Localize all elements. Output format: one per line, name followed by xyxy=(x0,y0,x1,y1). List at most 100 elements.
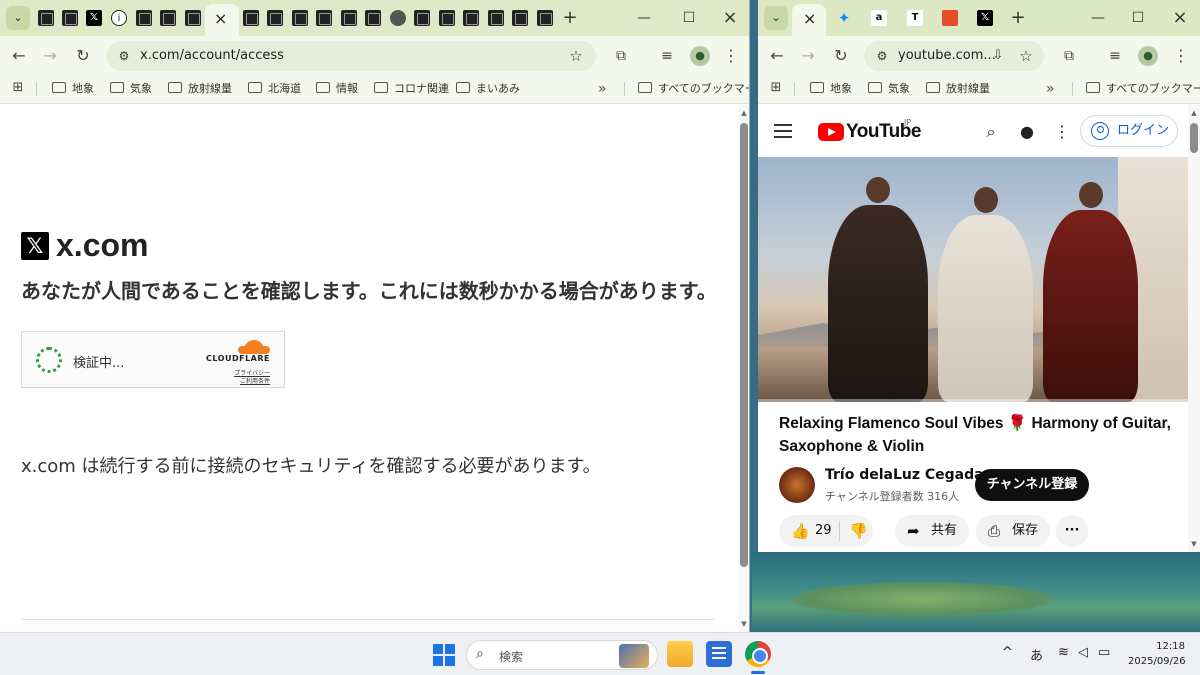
forward-button[interactable]: → xyxy=(39,45,61,67)
active-tab[interactable]: × xyxy=(205,4,239,36)
address-bar[interactable]: ⚙ x.com/account/access ☆ xyxy=(106,41,596,71)
tab-favicon[interactable] xyxy=(512,10,528,26)
channel-avatar[interactable] xyxy=(779,467,815,503)
maximize-button[interactable]: ☐ xyxy=(1128,8,1148,28)
tab-favicon[interactable] xyxy=(267,10,283,26)
forward-button[interactable]: → xyxy=(797,45,819,67)
tab-favicon[interactable] xyxy=(341,10,357,26)
scroll-up-arrow-icon[interactable]: ▲ xyxy=(1189,108,1199,118)
bookmark-folder[interactable]: 放射線量 xyxy=(168,80,232,98)
new-tab-button[interactable]: + xyxy=(1008,8,1028,28)
bookmark-folder[interactable]: コロナ関連 xyxy=(374,80,449,98)
close-tab-icon[interactable]: × xyxy=(803,9,816,28)
scrollbar-thumb[interactable] xyxy=(1190,123,1198,153)
dislike-icon[interactable]: 👎 xyxy=(849,515,868,547)
extensions-icon[interactable]: ⧉ xyxy=(1058,45,1080,67)
subscribe-button[interactable]: チャンネル登録 xyxy=(975,469,1089,501)
extensions-icon[interactable]: ⧉ xyxy=(610,45,632,67)
close-tab-icon[interactable]: × xyxy=(214,9,227,28)
scrollbar-thumb[interactable] xyxy=(740,123,748,567)
tab-favicon[interactable] xyxy=(439,10,455,26)
address-bar[interactable]: ⚙ youtube.com... ⇩ ☆ xyxy=(864,41,1044,71)
bookmark-folder[interactable]: 地象 xyxy=(810,80,852,98)
file-explorer-icon[interactable] xyxy=(667,641,693,667)
back-button[interactable]: ← xyxy=(8,45,30,67)
tab-favicon-info[interactable]: i xyxy=(111,10,127,26)
hamburger-menu-icon[interactable] xyxy=(774,124,792,138)
scroll-up-arrow-icon[interactable]: ▲ xyxy=(739,108,749,118)
clock-time[interactable]: 12:18 xyxy=(1145,641,1185,652)
channel-name[interactable]: Trío delaLuz Cegada xyxy=(825,467,984,483)
address-url[interactable]: youtube.com... xyxy=(898,48,996,63)
volume-icon[interactable]: ◁ xyxy=(1078,645,1088,660)
like-icon[interactable]: 👍 xyxy=(791,515,810,547)
close-window-button[interactable]: × xyxy=(1170,8,1190,28)
tab-favicon[interactable] xyxy=(243,10,259,26)
video-player[interactable] xyxy=(758,157,1188,402)
tab-favicon-x[interactable]: 𝕏 xyxy=(86,10,102,26)
share-button[interactable]: ➦ 共有 xyxy=(895,515,969,547)
bookmark-star-icon[interactable]: ☆ xyxy=(566,46,586,66)
clock-date[interactable]: 2025/09/26 xyxy=(1128,656,1186,667)
ime-indicator[interactable]: あ xyxy=(1030,645,1043,664)
login-button[interactable]: ログイン xyxy=(1080,115,1178,147)
tab-search-dropdown[interactable]: ⌄ xyxy=(6,6,30,30)
bookmark-star-icon[interactable]: ☆ xyxy=(1016,46,1036,66)
address-url[interactable]: x.com/account/access xyxy=(140,48,284,63)
apps-grid-icon[interactable]: ⊞ xyxy=(768,80,784,96)
youtube-play-logo-icon[interactable] xyxy=(818,123,844,141)
tab-favicon[interactable] xyxy=(136,10,152,26)
media-control-icon[interactable]: ≡ xyxy=(1104,45,1126,67)
notepad-icon[interactable] xyxy=(706,641,732,667)
site-info-icon[interactable]: ⚙ xyxy=(116,48,132,64)
bookmark-folder[interactable]: 放射線量 xyxy=(926,80,990,98)
settings-more-icon[interactable]: ⋮ xyxy=(1051,121,1073,143)
tab-favicon[interactable] xyxy=(942,10,958,26)
tab-favicon[interactable] xyxy=(414,10,430,26)
tab-favicon[interactable] xyxy=(160,10,176,26)
more-bookmarks-icon[interactable]: » xyxy=(598,80,607,98)
bookmark-folder[interactable]: 情報 xyxy=(316,80,358,98)
taskbar-search[interactable]: ⌕ 検索 xyxy=(466,640,658,670)
media-control-icon[interactable]: ≡ xyxy=(656,45,678,67)
tab-favicon[interactable] xyxy=(365,10,381,26)
tab-search-dropdown[interactable]: ⌄ xyxy=(764,6,788,30)
windows-start-icon[interactable] xyxy=(433,644,455,666)
tab-favicon[interactable] xyxy=(537,10,553,26)
tab-favicon-butterfly[interactable]: ✦ xyxy=(836,10,852,26)
page-scrollbar[interactable]: ▲ ▼ xyxy=(1188,105,1200,552)
new-tab-button[interactable]: + xyxy=(560,8,580,28)
tab-favicon[interactable] xyxy=(185,10,201,26)
tab-favicon[interactable] xyxy=(488,10,504,26)
profile-avatar[interactable]: ● xyxy=(690,46,710,66)
site-info-icon[interactable]: ⚙ xyxy=(874,48,890,64)
bookmark-folder[interactable]: 北海道 xyxy=(248,80,301,98)
tab-favicon[interactable] xyxy=(463,10,479,26)
tab-favicon[interactable] xyxy=(38,10,54,26)
active-tab[interactable]: × xyxy=(792,4,826,36)
bookmark-folder[interactable]: 地象 xyxy=(52,80,94,98)
more-bookmarks-icon[interactable]: » xyxy=(1046,80,1055,98)
back-button[interactable]: ← xyxy=(766,45,788,67)
tab-favicon-globe[interactable] xyxy=(390,10,406,26)
profile-avatar[interactable]: ● xyxy=(1138,46,1158,66)
chrome-menu-icon[interactable]: ⋮ xyxy=(1170,45,1192,67)
video-progress-bar[interactable] xyxy=(758,399,1188,402)
tab-favicon-x[interactable]: 𝕏 xyxy=(977,10,993,26)
terms-link[interactable]: ご利用条件 xyxy=(240,376,270,385)
tab-favicon-t[interactable]: T xyxy=(907,10,923,26)
tab-favicon[interactable] xyxy=(292,10,308,26)
search-icon[interactable]: ⌕ xyxy=(980,121,1002,143)
close-window-button[interactable]: × xyxy=(720,8,740,28)
bookmark-folder[interactable]: まいあみ xyxy=(456,80,520,98)
chrome-icon[interactable] xyxy=(745,641,771,667)
show-hidden-icons-chevron-icon[interactable]: ^ xyxy=(1002,645,1013,660)
all-bookmarks-folder[interactable]: すべてのブックマーク xyxy=(638,80,749,98)
minimize-button[interactable]: — xyxy=(1088,8,1108,28)
save-button[interactable]: ⎙ 保存 xyxy=(976,515,1050,547)
minimize-button[interactable]: — xyxy=(634,8,654,28)
tab-favicon[interactable] xyxy=(62,10,78,26)
like-count[interactable]: 29 xyxy=(815,515,832,547)
all-bookmarks-folder[interactable]: すべてのブックマーク xyxy=(1086,80,1200,98)
reload-button[interactable]: ↻ xyxy=(830,45,852,67)
